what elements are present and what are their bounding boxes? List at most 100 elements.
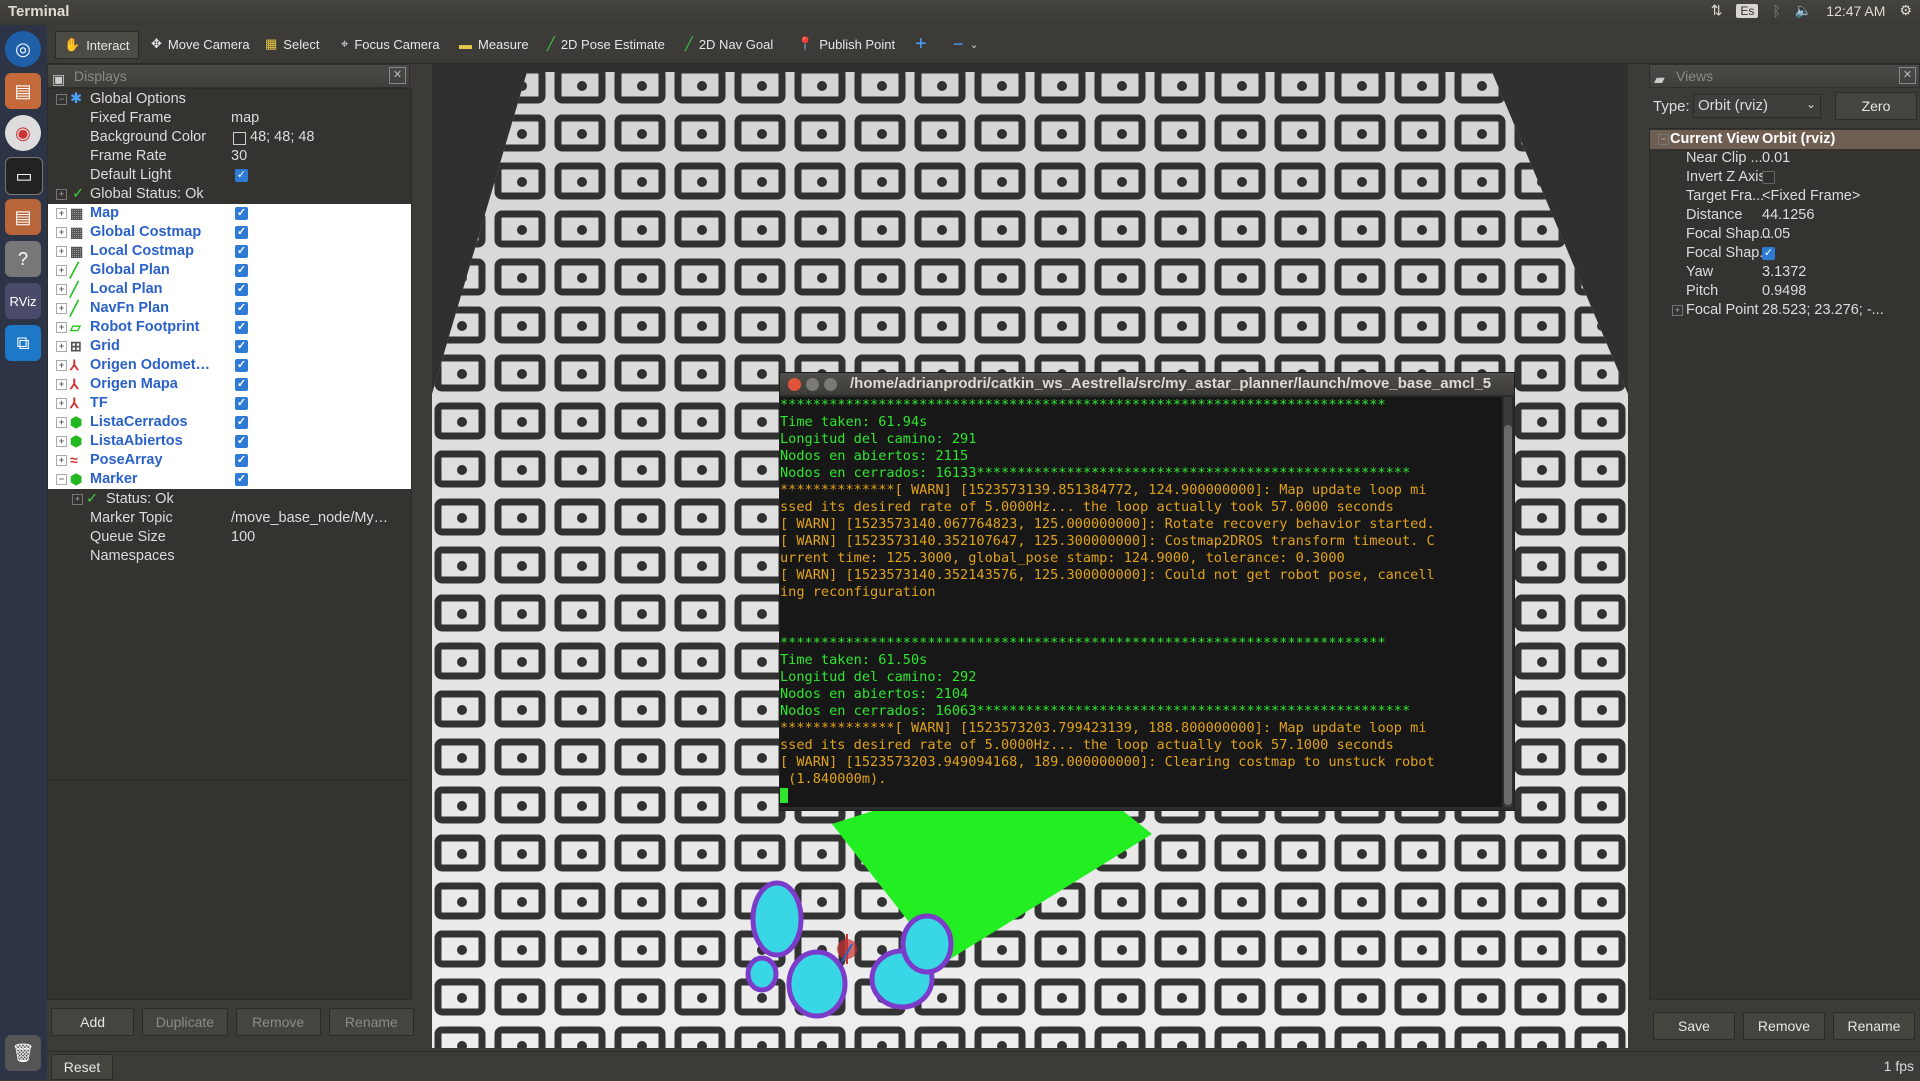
vscode-icon[interactable]: ⧉	[5, 325, 41, 361]
close-icon[interactable]: ✕	[389, 67, 406, 84]
enable-checkbox[interactable]: ✓	[235, 264, 248, 277]
enable-checkbox[interactable]: ✓	[235, 321, 248, 334]
measure-tool[interactable]: ▬ Measure	[451, 31, 537, 57]
global-options-row[interactable]: − ✱ Global Options	[48, 90, 411, 109]
maximize-icon[interactable]	[824, 378, 837, 391]
save-button[interactable]: Save	[1653, 1012, 1735, 1040]
current-view-row[interactable]: − Current View Orbit (rviz)	[1650, 130, 1920, 149]
reset-button[interactable]: Reset	[51, 1054, 113, 1080]
terminal-icon[interactable]: ▭	[5, 157, 43, 195]
prop-row[interactable]: Namespaces	[48, 547, 411, 566]
view-prop-checkbox[interactable]: ✓	[1762, 247, 1775, 260]
enable-checkbox[interactable]: ✓	[235, 245, 248, 258]
network-icon[interactable]: ⇅	[1711, 2, 1723, 19]
enable-checkbox[interactable]: ✓	[235, 473, 248, 486]
view-prop-row[interactable]: + Focal Point 28.523; 23.276; -...	[1650, 301, 1920, 320]
view-prop-row[interactable]: Near Clip ... 0.01	[1650, 149, 1920, 168]
expand-icon[interactable]: +	[72, 494, 83, 505]
display-item[interactable]: + ╱ Local Plan ✓	[48, 280, 411, 299]
display-item[interactable]: + ⅄ Origen Mapa ✓	[48, 375, 411, 394]
duplicate-button[interactable]: Duplicate	[142, 1008, 228, 1036]
zero-button[interactable]: Zero	[1835, 92, 1917, 120]
files-icon[interactable]: ▤	[5, 73, 41, 109]
expand-icon[interactable]: +	[56, 208, 67, 219]
display-item[interactable]: + ≈ PoseArray ✓	[48, 451, 411, 470]
add-tool-button[interactable]: +	[907, 31, 935, 57]
expand-icon[interactable]: +	[56, 455, 67, 466]
view-prop-checkbox[interactable]	[1762, 171, 1775, 184]
display-item[interactable]: − ⬢ Marker ✓	[48, 470, 411, 489]
prop-row[interactable]: Queue Size 100	[48, 528, 411, 547]
enable-checkbox[interactable]: ✓	[235, 226, 248, 239]
trash-icon[interactable]: 🗑	[5, 1035, 41, 1071]
enable-checkbox[interactable]: ✓	[235, 283, 248, 296]
rviz-icon[interactable]: RViz	[5, 283, 41, 319]
expand-icon[interactable]: +	[56, 398, 67, 409]
expand-icon[interactable]: +	[56, 341, 67, 352]
bluetooth-icon[interactable]: ᛒ	[1772, 3, 1780, 19]
enable-checkbox[interactable]: ✓	[235, 340, 248, 353]
enable-checkbox[interactable]: ✓	[235, 454, 248, 467]
prop-row[interactable]: Default Light ✓	[48, 166, 411, 185]
help-icon[interactable]: ?	[5, 241, 41, 277]
collapse-icon[interactable]: −	[56, 94, 67, 105]
display-item[interactable]: + ▦ Global Costmap ✓	[48, 223, 411, 242]
enable-checkbox[interactable]: ✓	[235, 416, 248, 429]
prop-row[interactable]: Frame Rate 30	[48, 147, 411, 166]
chrome-icon[interactable]: ◉	[5, 115, 41, 151]
nav-goal-tool[interactable]: ╱ 2D Nav Goal	[677, 31, 781, 57]
expand-icon[interactable]: +	[56, 322, 67, 333]
display-item[interactable]: + ⅄ Origen Odomet… ✓	[48, 356, 411, 375]
view-prop-row[interactable]: Target Fra... <Fixed Frame>	[1650, 187, 1920, 206]
terminal-window[interactable]: /home/adrianprodri/catkin_ws_Aestrella/s…	[779, 372, 1515, 811]
view-prop-row[interactable]: Focal Shap... 0.05	[1650, 225, 1920, 244]
view-type-select[interactable]: Orbit (rviz) ⌄	[1693, 94, 1821, 118]
publish-point-tool[interactable]: 📍 Publish Point	[789, 31, 903, 57]
display-item[interactable]: + ▦ Local Costmap ✓	[48, 242, 411, 261]
expand-icon[interactable]: +	[56, 360, 67, 371]
prop-row[interactable]: Fixed Frame map	[48, 109, 411, 128]
display-item[interactable]: + ⬢ ListaCerrados ✓	[48, 413, 411, 432]
expand-icon[interactable]: +	[56, 265, 67, 276]
dash-icon[interactable]: ◎	[5, 31, 41, 67]
expand-icon[interactable]: +	[56, 189, 67, 200]
terminal-scrollbar[interactable]	[1504, 397, 1512, 807]
close-icon[interactable]: ✕	[1899, 67, 1916, 84]
view-prop-row[interactable]: Pitch 0.9498	[1650, 282, 1920, 301]
rename-view-button[interactable]: Rename	[1833, 1012, 1915, 1040]
display-item[interactable]: + ⊞ Grid ✓	[48, 337, 411, 356]
collapse-icon[interactable]: −	[56, 474, 67, 485]
display-item[interactable]: + ▱ Robot Footprint ✓	[48, 318, 411, 337]
gear-icon[interactable]: ⚙	[1899, 2, 1912, 19]
minimize-icon[interactable]	[806, 378, 819, 391]
display-item[interactable]: + ╱ Global Plan ✓	[48, 261, 411, 280]
rename-button[interactable]: Rename	[328, 1008, 415, 1036]
global-status-row[interactable]: + ✓ Global Status: Ok	[48, 185, 411, 204]
expand-icon[interactable]: +	[56, 417, 67, 428]
expand-icon[interactable]: +	[56, 379, 67, 390]
volume-icon[interactable]: 🔈	[1795, 2, 1812, 19]
keyboard-layout[interactable]: Es	[1736, 3, 1759, 18]
view-prop-row[interactable]: Invert Z Axis	[1650, 168, 1920, 187]
enable-checkbox[interactable]: ✓	[235, 207, 248, 220]
default-light-checkbox[interactable]: ✓	[235, 169, 248, 182]
clock[interactable]: 12:47 AM	[1826, 3, 1885, 19]
color-swatch[interactable]	[233, 132, 246, 145]
add-button[interactable]: Add	[51, 1008, 135, 1036]
expand-icon[interactable]: +	[56, 227, 67, 238]
remove-button[interactable]: Remove	[235, 1008, 321, 1036]
display-item[interactable]: + ⬢ ListaAbiertos ✓	[48, 432, 411, 451]
enable-checkbox[interactable]: ✓	[235, 435, 248, 448]
remove-tool-button[interactable]: − ⌄	[945, 31, 987, 57]
enable-checkbox[interactable]: ✓	[235, 302, 248, 315]
remove-view-button[interactable]: Remove	[1743, 1012, 1825, 1040]
interact-tool[interactable]: ✋ Interact	[55, 31, 139, 59]
expand-icon[interactable]: +	[56, 303, 67, 314]
expand-icon[interactable]: +	[1672, 305, 1683, 316]
files-icon[interactable]: ▤	[5, 199, 41, 235]
marker-status-row[interactable]: + ✓ Status: Ok	[48, 490, 411, 509]
pose-estimate-tool[interactable]: ╱ 2D Pose Estimate	[539, 31, 673, 57]
display-item[interactable]: + ▦ Map ✓	[48, 204, 411, 223]
view-prop-row[interactable]: Yaw 3.1372	[1650, 263, 1920, 282]
terminal-output[interactable]: ****************************************…	[780, 397, 1502, 807]
